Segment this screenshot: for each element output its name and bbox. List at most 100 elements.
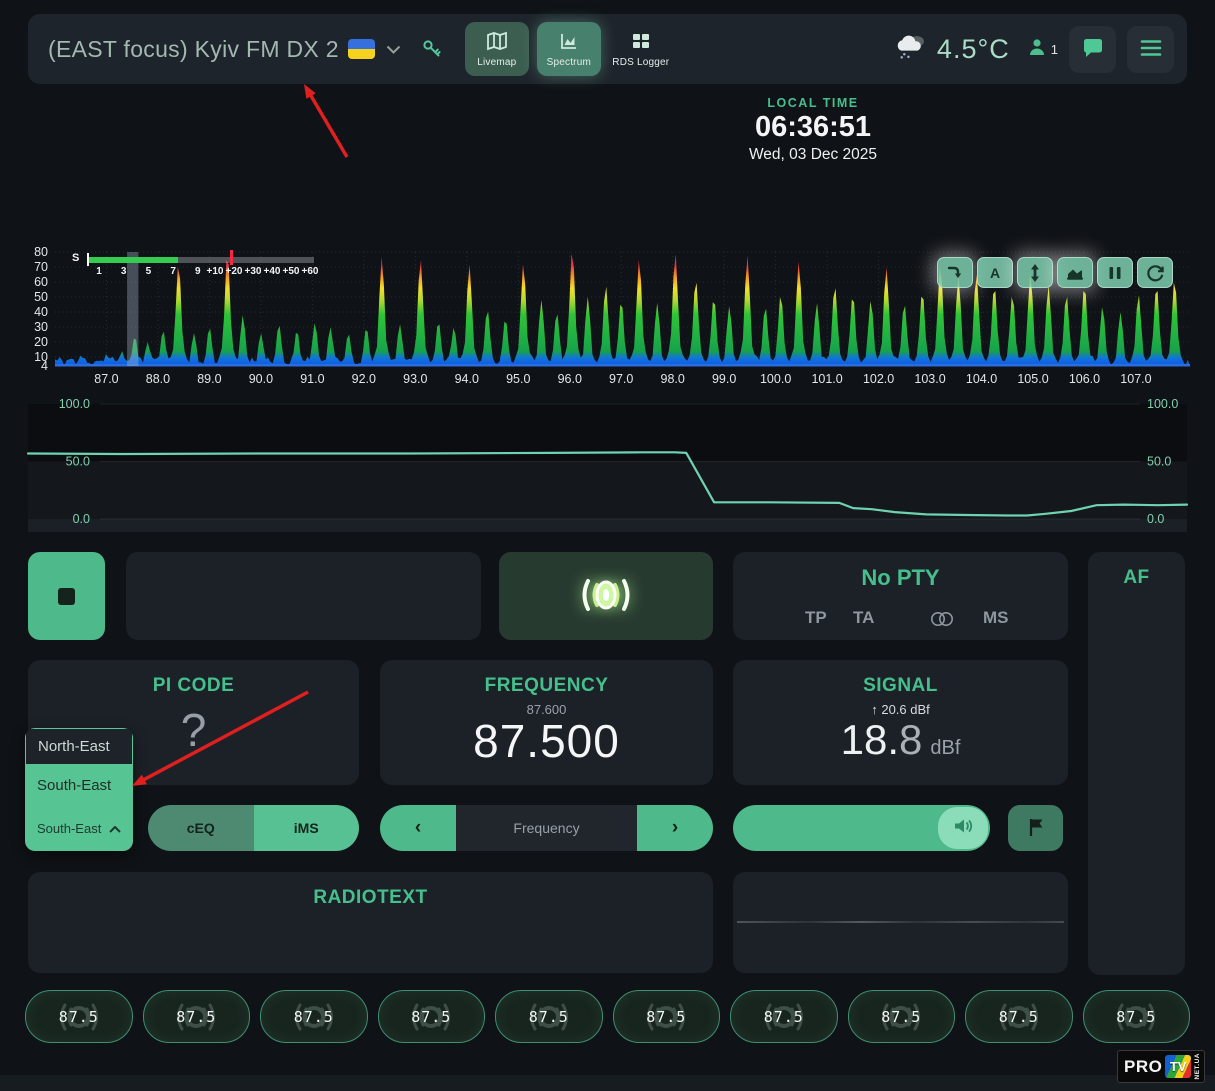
flag-button[interactable]	[1008, 805, 1063, 851]
chevron-down-icon	[386, 45, 401, 54]
spectrum-tune-jump-button[interactable]	[937, 257, 973, 288]
s-meter-tick: 7	[170, 266, 176, 277]
weather-icon	[895, 33, 926, 65]
preset-frequency: 87.5	[764, 1008, 804, 1026]
preset-frequency: 87.5	[411, 1008, 451, 1026]
spectrum-toolbar: A	[937, 257, 1173, 288]
speaker-icon	[952, 817, 974, 840]
svg-text:80: 80	[34, 246, 48, 259]
server-selector[interactable]: (EAST focus) Kyiv FM DX 2	[48, 36, 401, 63]
preset-button-9[interactable]: 87.5	[965, 990, 1073, 1043]
ukraine-flag-icon	[348, 39, 375, 59]
antenna-options: North-EastSouth-East	[25, 728, 133, 805]
preset-button-7[interactable]: 87.5	[730, 990, 838, 1043]
spectrum-refresh-button[interactable]	[1137, 257, 1173, 288]
stop-button[interactable]	[28, 552, 105, 640]
chat-icon	[1082, 38, 1104, 61]
preset-button-10[interactable]: 87.5	[1083, 990, 1191, 1043]
antenna-select[interactable]: South-East	[25, 805, 133, 851]
preset-row: 87.587.587.587.587.587.587.587.587.587.5	[25, 990, 1190, 1043]
chat-button[interactable]	[1069, 26, 1116, 73]
temperature: 4.5°C	[937, 34, 1010, 65]
spectrum-graph-style-button[interactable]	[1057, 257, 1093, 288]
signal-peak: ↑ 20.6 dBf	[733, 702, 1068, 717]
chevron-up-icon	[109, 821, 121, 836]
svg-text:100.0: 100.0	[760, 372, 791, 386]
svg-text:93.0: 93.0	[403, 372, 427, 386]
rds-flags: TP TA MS	[733, 608, 1068, 630]
nav-spectrum-label: Spectrum	[547, 57, 591, 68]
local-time-label: LOCAL TIME	[663, 96, 963, 110]
nav-livemap-button[interactable]: Livemap	[465, 22, 529, 76]
preset-button-1[interactable]: 87.5	[25, 990, 133, 1043]
map-icon	[486, 31, 508, 54]
refresh-icon	[1145, 263, 1165, 283]
spectrum-analyzer[interactable]: 8070605040302010487.088.089.090.091.092.…	[0, 246, 1215, 392]
menu-button[interactable]	[1127, 26, 1174, 73]
s-meter-tick: +40	[264, 266, 281, 277]
key-icon[interactable]	[421, 38, 443, 60]
antenna-option-south-east[interactable]: South-East	[25, 765, 133, 805]
pty-panel: No PTY TP TA MS	[733, 552, 1068, 640]
stereo-icon	[929, 611, 955, 632]
svg-text:102.0: 102.0	[863, 372, 894, 386]
logo-net-text: NET.UA	[1194, 1053, 1201, 1079]
s-meter-fill	[88, 257, 178, 263]
radiotext-panel: RADIOTEXT	[28, 872, 713, 973]
svg-text:106.0: 106.0	[1069, 372, 1100, 386]
ceq-button[interactable]: cEQ	[148, 805, 254, 851]
frequency-input[interactable]	[456, 805, 637, 851]
ta-flag: TA	[853, 608, 874, 628]
station-name-panel	[126, 552, 481, 640]
preset-button-8[interactable]: 87.5	[848, 990, 956, 1043]
nav-rds-logger-button[interactable]: RDS Logger	[609, 22, 673, 76]
antenna-option-north-east[interactable]: North-East	[25, 728, 133, 765]
s-meter-tick: +30	[245, 266, 262, 277]
spectrum-autoscale-button[interactable]	[1017, 257, 1053, 288]
preset-button-5[interactable]: 87.5	[495, 990, 603, 1043]
area-chart-icon	[1065, 263, 1085, 283]
spectrum-auto-mode-button[interactable]: A	[977, 257, 1013, 288]
stop-icon	[58, 588, 75, 605]
preset-frequency: 87.5	[294, 1008, 334, 1026]
preset-frequency: 87.5	[1116, 1008, 1156, 1026]
preset-button-2[interactable]: 87.5	[143, 990, 251, 1043]
local-time-block: LOCAL TIME 06:36:51 Wed, 03 Dec 2025	[663, 96, 963, 164]
svg-text:107.0: 107.0	[1120, 372, 1151, 386]
volume-handle[interactable]	[938, 807, 988, 849]
antenna-dropdown: North-EastSouth-East South-East	[25, 728, 133, 851]
svg-text:A: A	[990, 265, 1000, 281]
audio-play-button[interactable]	[499, 552, 713, 640]
preset-frequency: 87.5	[646, 1008, 686, 1026]
spectrum-pause-button[interactable]	[1097, 257, 1133, 288]
topbar-right: 4.5°C 1	[895, 26, 1174, 73]
svg-text:88.0: 88.0	[146, 372, 170, 386]
frequency-down-button[interactable]: ‹	[380, 805, 456, 851]
af-title: AF	[1088, 552, 1185, 589]
svg-text:0.0: 0.0	[73, 512, 90, 526]
preset-button-6[interactable]: 87.5	[613, 990, 721, 1043]
signal-panel: SIGNAL ↑ 20.6 dBf 18.8dBf	[733, 660, 1068, 785]
frequency-up-button[interactable]: ›	[637, 805, 713, 851]
preset-button-3[interactable]: 87.5	[260, 990, 368, 1043]
svg-text:91.0: 91.0	[300, 372, 324, 386]
preset-frequency: 87.5	[176, 1008, 216, 1026]
svg-text:98.0: 98.0	[661, 372, 685, 386]
volume-slider[interactable]	[733, 805, 990, 851]
svg-text:50: 50	[34, 290, 48, 304]
frequency-value: 87.500	[380, 717, 713, 765]
svg-text:95.0: 95.0	[506, 372, 530, 386]
preset-button-4[interactable]: 87.5	[378, 990, 486, 1043]
oscilloscope-trace	[737, 921, 1064, 923]
svg-text:0.0: 0.0	[1147, 512, 1164, 526]
tp-flag: TP	[805, 608, 827, 628]
antenna-selected: South-East	[37, 821, 101, 836]
s-meter-tick: 9	[195, 266, 201, 277]
up-arrow-icon: ↑	[871, 702, 878, 717]
signal-value: 18.8dBf	[733, 718, 1068, 762]
ims-button[interactable]: iMS	[254, 805, 360, 851]
nav-spectrum-button[interactable]: Spectrum	[537, 22, 601, 76]
s-meter-tick: 3	[121, 266, 127, 277]
preset-frequency: 87.5	[529, 1008, 569, 1026]
svg-text:97.0: 97.0	[609, 372, 633, 386]
